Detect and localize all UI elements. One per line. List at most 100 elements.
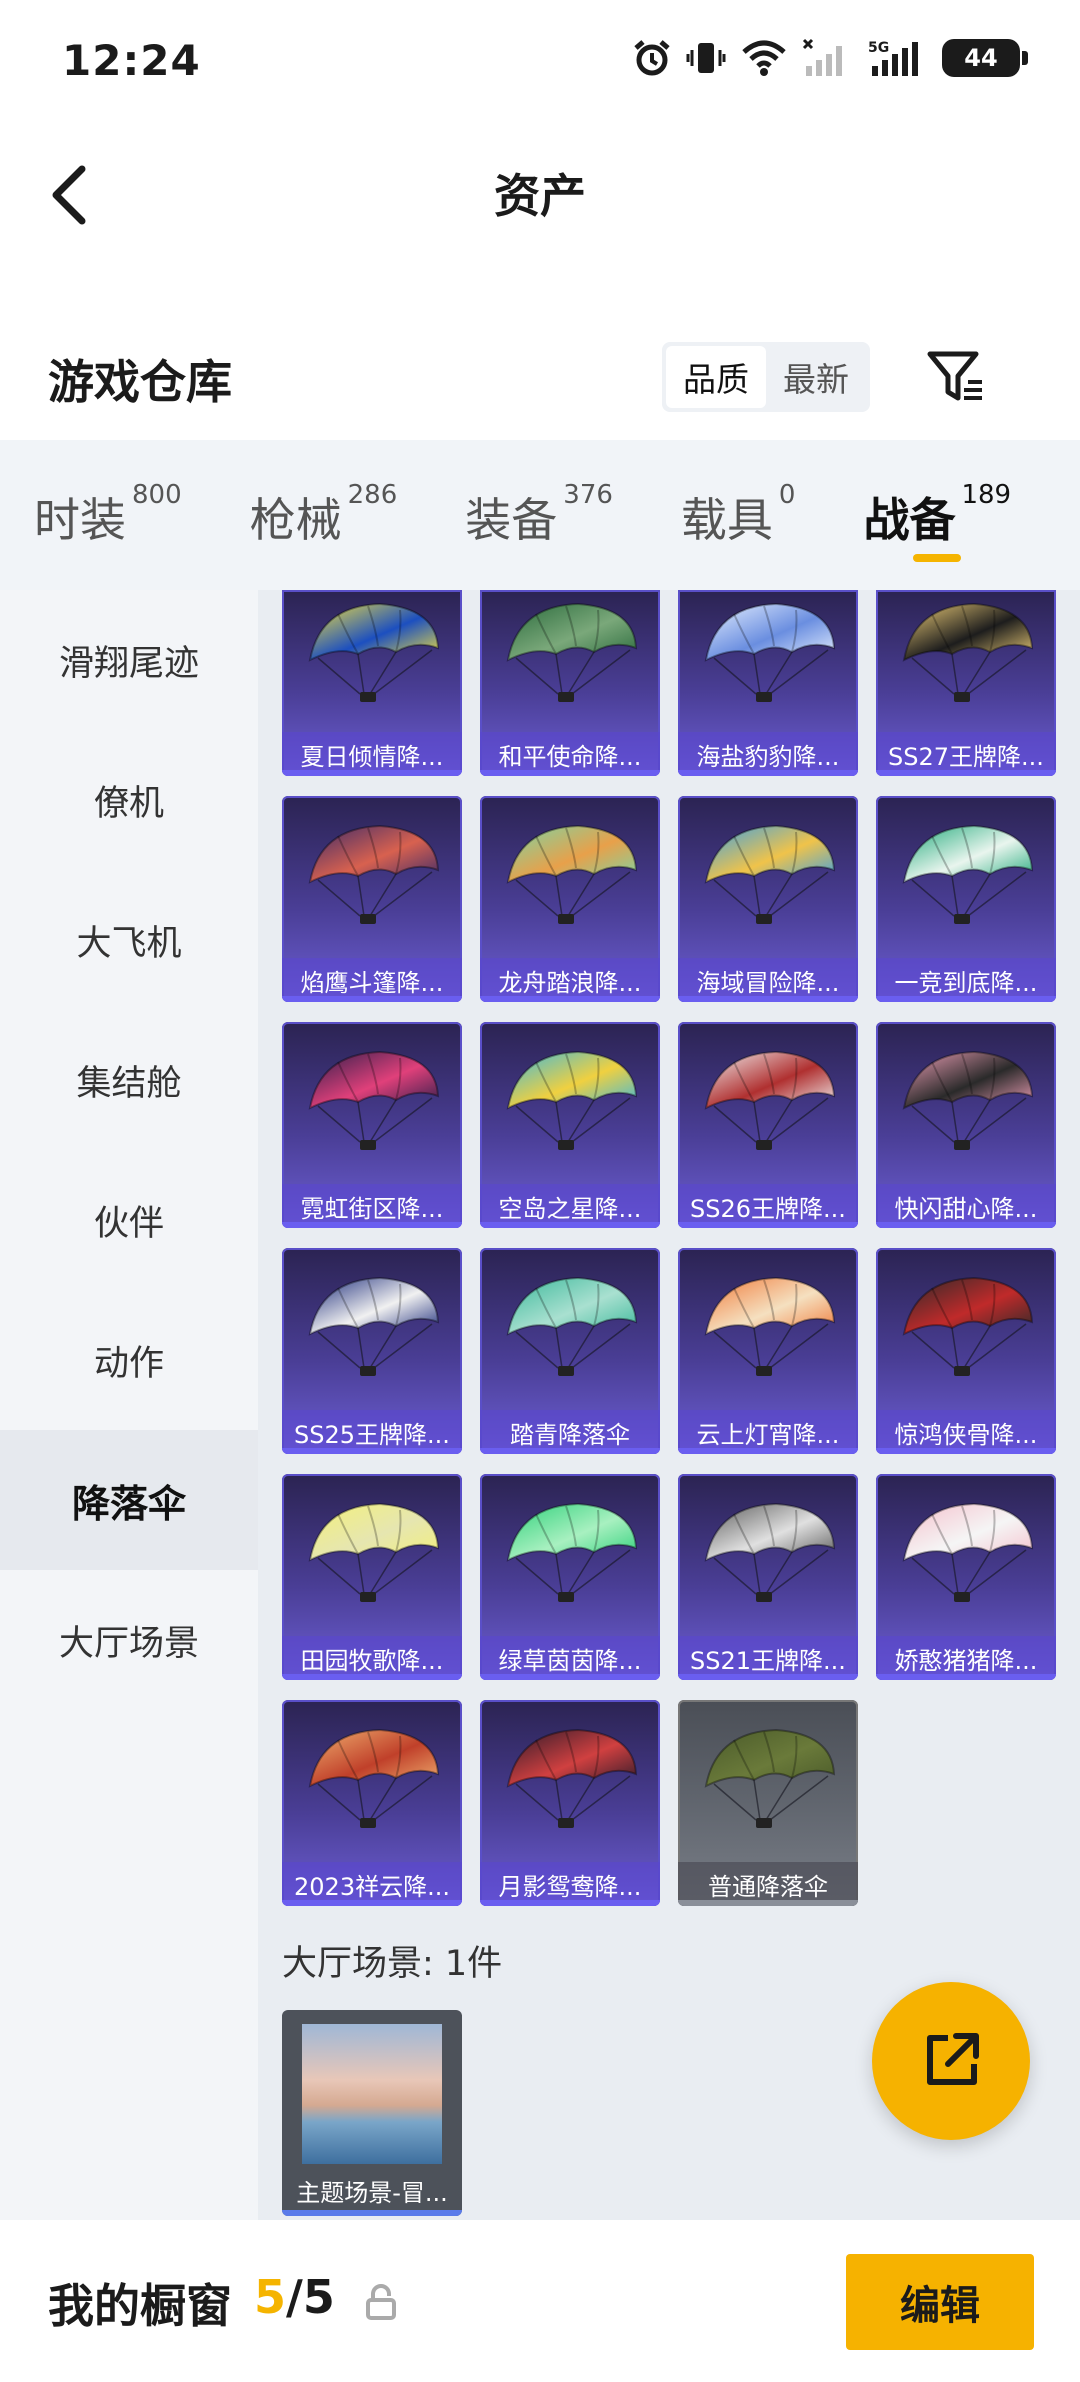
- parachute-card[interactable]: 2023祥云降...: [282, 1700, 462, 1906]
- card-quality-bar: [480, 1222, 660, 1228]
- parachute-image: [506, 1050, 638, 1150]
- showcase-count: 5/5: [254, 2270, 335, 2324]
- tab-1[interactable]: 枪械 286: [250, 440, 398, 590]
- showcase-count-separator: /: [286, 2270, 303, 2324]
- parachute-image: [704, 1276, 836, 1376]
- sidebar-item-0[interactable]: 滑翔尾迹: [0, 590, 258, 730]
- parachute-image: [506, 1728, 638, 1828]
- card-quality-bar: [480, 770, 660, 776]
- sidebar-item-2[interactable]: 大飞机: [0, 870, 258, 1010]
- parachute-card[interactable]: 焰鹰斗篷降...: [282, 796, 462, 1002]
- parachute-image: [704, 1050, 836, 1150]
- filter-button[interactable]: [920, 342, 990, 412]
- showcase-bar: 我的橱窗 5/5 编辑: [0, 2220, 1080, 2382]
- parachute-card[interactable]: 绿草茵茵降...: [480, 1474, 660, 1680]
- parachute-image: [308, 1276, 440, 1376]
- card-quality-bar: [876, 770, 1056, 776]
- parachute-card[interactable]: SS21王牌降...: [678, 1474, 858, 1680]
- tab-0[interactable]: 时装 800: [34, 440, 182, 590]
- card-quality-bar: [282, 770, 462, 776]
- tab-label: 时装: [34, 493, 126, 547]
- parachute-card[interactable]: 一竞到底降...: [876, 796, 1056, 1002]
- parachute-image: [308, 602, 440, 702]
- status-time: 12:24: [62, 36, 201, 85]
- warehouse-section: 游戏仓库 品质 最新: [0, 320, 1080, 440]
- signal-weak-icon: [802, 38, 842, 76]
- tab-2[interactable]: 装备 376: [465, 440, 613, 590]
- sidebar: 滑翔尾迹 僚机 大飞机 集结舱 伙伴 动作 降落伞 大厅场景: [0, 590, 258, 2220]
- tab-label: 战备: [863, 493, 956, 547]
- parachute-image: [506, 602, 638, 702]
- parachute-card[interactable]: 快闪甜心降...: [876, 1022, 1056, 1228]
- parachute-card[interactable]: 惊鸿侠骨降...: [876, 1248, 1056, 1454]
- parachute-image: [308, 1502, 440, 1602]
- page-title: 资产: [494, 169, 586, 223]
- category-tabs: 时装 800 枪械 286 装备 376 载具 0 战备 189: [0, 440, 1080, 590]
- sidebar-item-4[interactable]: 伙伴: [0, 1150, 258, 1290]
- card-quality-bar: [678, 996, 858, 1002]
- battery-indicator: 44: [942, 39, 1028, 77]
- parachute-card[interactable]: 踏青降落伞: [480, 1248, 660, 1454]
- tab-count: 376: [563, 480, 613, 510]
- showcase-count-current: 5: [254, 2270, 287, 2324]
- card-quality-bar: [480, 1900, 660, 1906]
- card-quality-bar: [282, 1674, 462, 1680]
- lobby-scene-card[interactable]: 主题场景-冒...: [282, 2010, 462, 2216]
- parachute-card[interactable]: 娇憨猪猪降...: [876, 1474, 1056, 1680]
- section-title: 游戏仓库: [48, 355, 232, 409]
- parachute-card[interactable]: 霓虹街区降...: [282, 1022, 462, 1228]
- sort-newest-option[interactable]: 最新: [766, 346, 866, 408]
- sidebar-item-6[interactable]: 降落伞: [0, 1430, 258, 1570]
- alarm-icon: [634, 40, 670, 76]
- tab-underline: [913, 554, 962, 562]
- parachute-image: [308, 824, 440, 924]
- parachute-card[interactable]: 云上灯宵降...: [678, 1248, 858, 1454]
- sidebar-item-3[interactable]: 集结舱: [0, 1010, 258, 1150]
- parachute-image: [704, 824, 836, 924]
- lock-icon: [366, 2284, 396, 2320]
- tab-label: 载具: [680, 493, 773, 547]
- parachute-card[interactable]: 空岛之星降...: [480, 1022, 660, 1228]
- sidebar-item-5[interactable]: 动作: [0, 1290, 258, 1430]
- parachute-image: [308, 1050, 440, 1150]
- card-quality-bar: [876, 996, 1056, 1002]
- parachute-card[interactable]: 田园牧歌降...: [282, 1474, 462, 1680]
- sort-toggle: 品质 最新: [662, 342, 870, 412]
- vibrate-icon: [686, 43, 726, 73]
- parachute-card[interactable]: 海域冒险降...: [678, 796, 858, 1002]
- parachute-card[interactable]: SS25王牌降...: [282, 1248, 462, 1454]
- parachute-image: [506, 1276, 638, 1376]
- card-quality-bar: [480, 1674, 660, 1680]
- item-grid: 夏日倾情降... 和平使命降... 海盐豹豹降... SS27王牌降... 焰鹰斗篷降.…: [282, 590, 1056, 1906]
- card-quality-bar: [480, 1448, 660, 1454]
- parachute-image: [902, 1276, 1034, 1376]
- parachute-image: [902, 824, 1034, 924]
- parachute-image: [506, 1502, 638, 1602]
- parachute-card[interactable]: 海盐豹豹降...: [678, 590, 858, 776]
- tab-count: 800: [132, 480, 182, 510]
- showcase-label: 我的橱窗: [48, 2279, 232, 2333]
- tab-4[interactable]: 战备 189: [863, 440, 1011, 590]
- sort-quality-option[interactable]: 品质: [666, 346, 766, 408]
- sidebar-item-1[interactable]: 僚机: [0, 730, 258, 870]
- card-quality-bar: [876, 1674, 1056, 1680]
- tab-count: 189: [961, 480, 1012, 510]
- parachute-card[interactable]: 月影鸳鸯降...: [480, 1700, 660, 1906]
- card-quality-bar: [678, 1448, 858, 1454]
- parachute-card[interactable]: SS26王牌降...: [678, 1022, 858, 1228]
- card-quality-bar: [876, 1222, 1056, 1228]
- parachute-image: [902, 1050, 1034, 1150]
- parachute-card[interactable]: 普通降落伞: [678, 1700, 858, 1906]
- parachute-card[interactable]: SS27王牌降...: [876, 590, 1056, 776]
- svg-text:5G: 5G: [868, 40, 889, 56]
- parachute-card[interactable]: 龙舟踏浪降...: [480, 796, 660, 1002]
- status-bar: 12:24 5G 44: [0, 0, 1080, 130]
- edit-button[interactable]: 编辑: [846, 2254, 1034, 2350]
- sidebar-item-7[interactable]: 大厅场景: [0, 1570, 258, 1710]
- share-button[interactable]: [872, 1982, 1030, 2140]
- tab-3[interactable]: 载具 0: [681, 440, 796, 590]
- card-quality-bar: [876, 1448, 1056, 1454]
- parachute-card[interactable]: 和平使命降...: [480, 590, 660, 776]
- parachute-card[interactable]: 夏日倾情降...: [282, 590, 462, 776]
- tab-label: 装备: [465, 493, 558, 547]
